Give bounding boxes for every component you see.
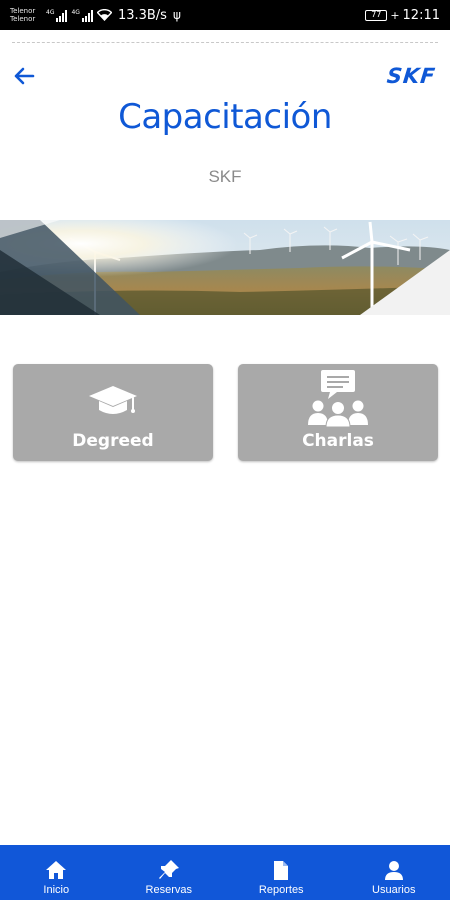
nav-item-reportes[interactable]: Reportes: [225, 845, 338, 900]
nav-label-usuarios: Usuarios: [372, 884, 416, 896]
status-right: 77 + 12:11: [365, 8, 440, 23]
degreed-label: Degreed: [72, 431, 154, 451]
bottom-nav: Inicio Reservas Reportes Usuarios: [0, 845, 450, 900]
battery-level: 77: [371, 10, 382, 19]
pin-icon: [158, 858, 180, 882]
signal-1-icon: 4G: [46, 9, 68, 22]
nav-item-inicio[interactable]: Inicio: [0, 845, 113, 900]
top-divider: [12, 42, 438, 43]
user-icon: [384, 858, 404, 882]
network-speed: 13.3B/s: [117, 7, 167, 23]
carrier-2: Telenor: [10, 15, 36, 23]
battery-icon: 77: [365, 9, 388, 21]
charlas-label: Charlas: [302, 431, 374, 451]
page-subtitle: SKF: [208, 167, 242, 186]
graduation-cap-icon: [89, 386, 137, 414]
nav-label-reservas: Reservas: [145, 884, 192, 896]
banner-image: [0, 220, 450, 315]
brand-logo: SKF: [385, 64, 438, 88]
arrow-left-icon: [14, 67, 35, 85]
document-icon: [273, 858, 289, 882]
clock: 12:11: [402, 7, 440, 23]
charging-icon: +: [390, 8, 400, 22]
nav-label-reportes: Reportes: [258, 884, 304, 896]
carrier-1: Telenor: [10, 7, 36, 15]
app-screen: Telenor Telenor 4G 4G 13.3B/s ψ 77 + 12:…: [0, 0, 450, 900]
nav-item-reservas[interactable]: Reservas: [113, 845, 226, 900]
nav-label-inicio: Inicio: [43, 884, 70, 896]
group-chat-icon: [308, 370, 368, 427]
wind-turbine-landscape-image: [0, 220, 450, 315]
nav-item-usuarios[interactable]: Usuarios: [338, 845, 450, 900]
carrier-names: Telenor Telenor: [10, 7, 44, 23]
usb-icon: ψ: [172, 8, 181, 22]
signal-2-icon: 4G: [71, 9, 93, 22]
home-icon: [45, 858, 67, 882]
back-button[interactable]: [12, 66, 38, 86]
degreed-tile[interactable]: Degreed: [13, 364, 213, 461]
wifi-icon: [96, 9, 112, 21]
page-title: Capacitación: [118, 97, 332, 137]
status-bar: Telenor Telenor 4G 4G 13.3B/s ψ 77 + 12:…: [0, 0, 450, 30]
charlas-tile[interactable]: Charlas: [238, 364, 438, 461]
